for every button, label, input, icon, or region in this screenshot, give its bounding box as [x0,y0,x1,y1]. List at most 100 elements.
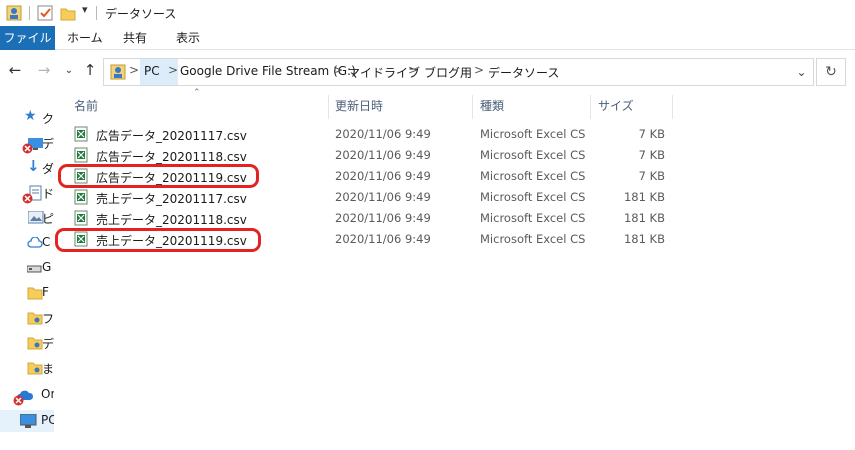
file-type: Microsoft Excel CS... [480,211,586,225]
properties-icon[interactable] [6,4,22,22]
file-row[interactable]: 広告データ_20201117.csv 2020/11/06 9:49 Micro… [66,124,676,145]
breadcrumb-chevron[interactable]: > [333,63,343,77]
new-folder-icon[interactable] [60,4,76,22]
file-date: 2020/11/06 9:49 [335,190,431,204]
breadcrumb-chevron[interactable]: > [129,63,139,77]
column-divider[interactable] [672,95,673,119]
tab-home[interactable]: ホーム [67,26,103,50]
nav-item-cloud[interactable]: C [24,233,54,255]
sync-error-icon [22,193,33,204]
file-date: 2020/11/06 9:49 [335,211,431,225]
file-name: 広告データ_20201117.csv [96,129,247,143]
nav-item-downloads[interactable]: ↓ ダ [24,157,54,180]
column-divider[interactable] [590,95,591,119]
nav-item-label: G [42,260,52,274]
address-dropdown-icon[interactable]: ⌄ [790,58,814,86]
nav-item-label: ま [42,362,54,376]
navigation-pane: ★ ク デ ↓ ダ ド ピ C G F フ デ ま O PC [0,95,54,450]
back-icon[interactable]: ← [6,61,24,79]
forward-icon[interactable]: → [35,61,53,79]
nav-item-label: デ [42,337,54,351]
column-header-size[interactable]: サイズ [598,95,634,117]
file-date: 2020/11/06 9:49 [335,169,431,183]
breadcrumb-chevron[interactable]: > [474,63,484,77]
column-divider[interactable] [328,95,329,119]
file-row[interactable]: 売上データ_20201117.csv 2020/11/06 9:49 Micro… [66,187,676,208]
breadcrumb-google-drive[interactable]: Google Drive File Stream (G:) [180,64,356,78]
column-header-name[interactable]: 名前 [74,95,98,117]
star-icon: ★ [24,108,37,124]
column-header-date[interactable]: 更新日時 [335,95,383,117]
csv-file-icon [74,147,88,163]
nav-item-pictures[interactable]: ピ [24,208,54,230]
csv-file-icon [74,189,88,205]
column-header-type[interactable]: 種類 [480,95,504,117]
address-bar[interactable]: > PC > Google Drive File Stream (G:) > マ… [103,58,814,86]
tab-file[interactable]: ファイル [0,26,55,50]
title-bar: ▾ データソース [0,0,855,26]
checklist-icon[interactable] [37,4,53,22]
csv-file-icon [74,126,88,142]
file-size: 7 KB [638,169,665,183]
file-size: 181 KB [623,211,665,225]
column-divider[interactable] [472,95,473,119]
file-date: 2020/11/06 9:49 [335,127,431,141]
nav-item-onedrive[interactable]: On [13,385,54,407]
cloud-icon [27,237,43,248]
download-icon: ↓ [27,157,40,175]
nav-item-folder[interactable]: F [24,283,54,305]
file-name: 広告データ_20201118.csv [96,150,247,164]
file-name: 売上データ_20201118.csv [96,213,247,227]
shared-folder-icon [27,337,43,350]
nav-item-label: デ [42,137,54,151]
nav-item-folder[interactable]: ま [24,358,54,380]
drive-icon [27,265,42,273]
file-type: Microsoft Excel CS... [480,169,586,183]
file-type: Microsoft Excel CS... [480,190,586,204]
quick-access-dropdown[interactable]: ▾ [82,3,88,21]
up-icon[interactable]: ↑ [81,61,99,79]
nav-item-pc[interactable]: PC [14,411,54,433]
sync-error-icon [22,143,33,154]
file-type: Microsoft Excel CS... [480,127,586,141]
folder-icon [27,287,43,300]
tab-view[interactable]: 表示 [176,26,200,50]
breadcrumb-datasource[interactable]: データソース [488,64,559,81]
shared-folder-icon [27,312,43,325]
nav-item-desktop[interactable]: デ [22,133,54,155]
breadcrumb-chevron[interactable]: > [408,63,418,77]
nav-item-label: フ [42,312,54,326]
file-size: 181 KB [623,190,665,204]
nav-item-label: ダ [42,162,54,176]
pc-icon [20,414,37,428]
recent-locations-icon[interactable]: ⌄ [60,62,78,80]
refresh-icon[interactable]: ↻ [816,58,846,86]
sync-error-icon [13,395,24,406]
sort-ascending-icon: ⌃ [193,88,201,98]
pc-location-icon [110,64,126,80]
nav-item-quick-access[interactable]: ★ ク [24,108,54,130]
breadcrumb-blog[interactable]: ブログ用 [424,64,472,81]
nav-item-google-drive[interactable]: G [24,258,54,280]
nav-item-label: ピ [42,212,54,226]
file-size: 181 KB [623,232,665,246]
nav-item-label: C [42,235,51,249]
nav-item-folder[interactable]: フ [24,308,54,330]
nav-item-folder[interactable]: デ [24,333,54,355]
file-type: Microsoft Excel CS... [480,232,586,246]
toolbar-separator [29,6,30,20]
nav-item-label: ク [42,112,54,126]
nav-item-label: On [41,387,54,401]
shared-folder-icon [27,362,43,375]
breadcrumb-chevron[interactable]: > [168,63,178,77]
nav-item-documents[interactable]: ド [22,183,54,205]
tab-share[interactable]: 共有 [123,26,147,50]
file-name: 売上データ_20201117.csv [96,192,247,206]
window-title: データソース [105,7,177,21]
csv-file-icon [74,210,88,226]
highlight-annotation [55,228,261,252]
breadcrumb-pc[interactable]: PC [144,64,160,78]
file-row[interactable]: 広告データ_20201118.csv 2020/11/06 9:49 Micro… [66,145,676,166]
file-row[interactable]: 売上データ_20201118.csv 2020/11/06 9:49 Micro… [66,208,676,229]
toolbar-separator [96,6,97,20]
